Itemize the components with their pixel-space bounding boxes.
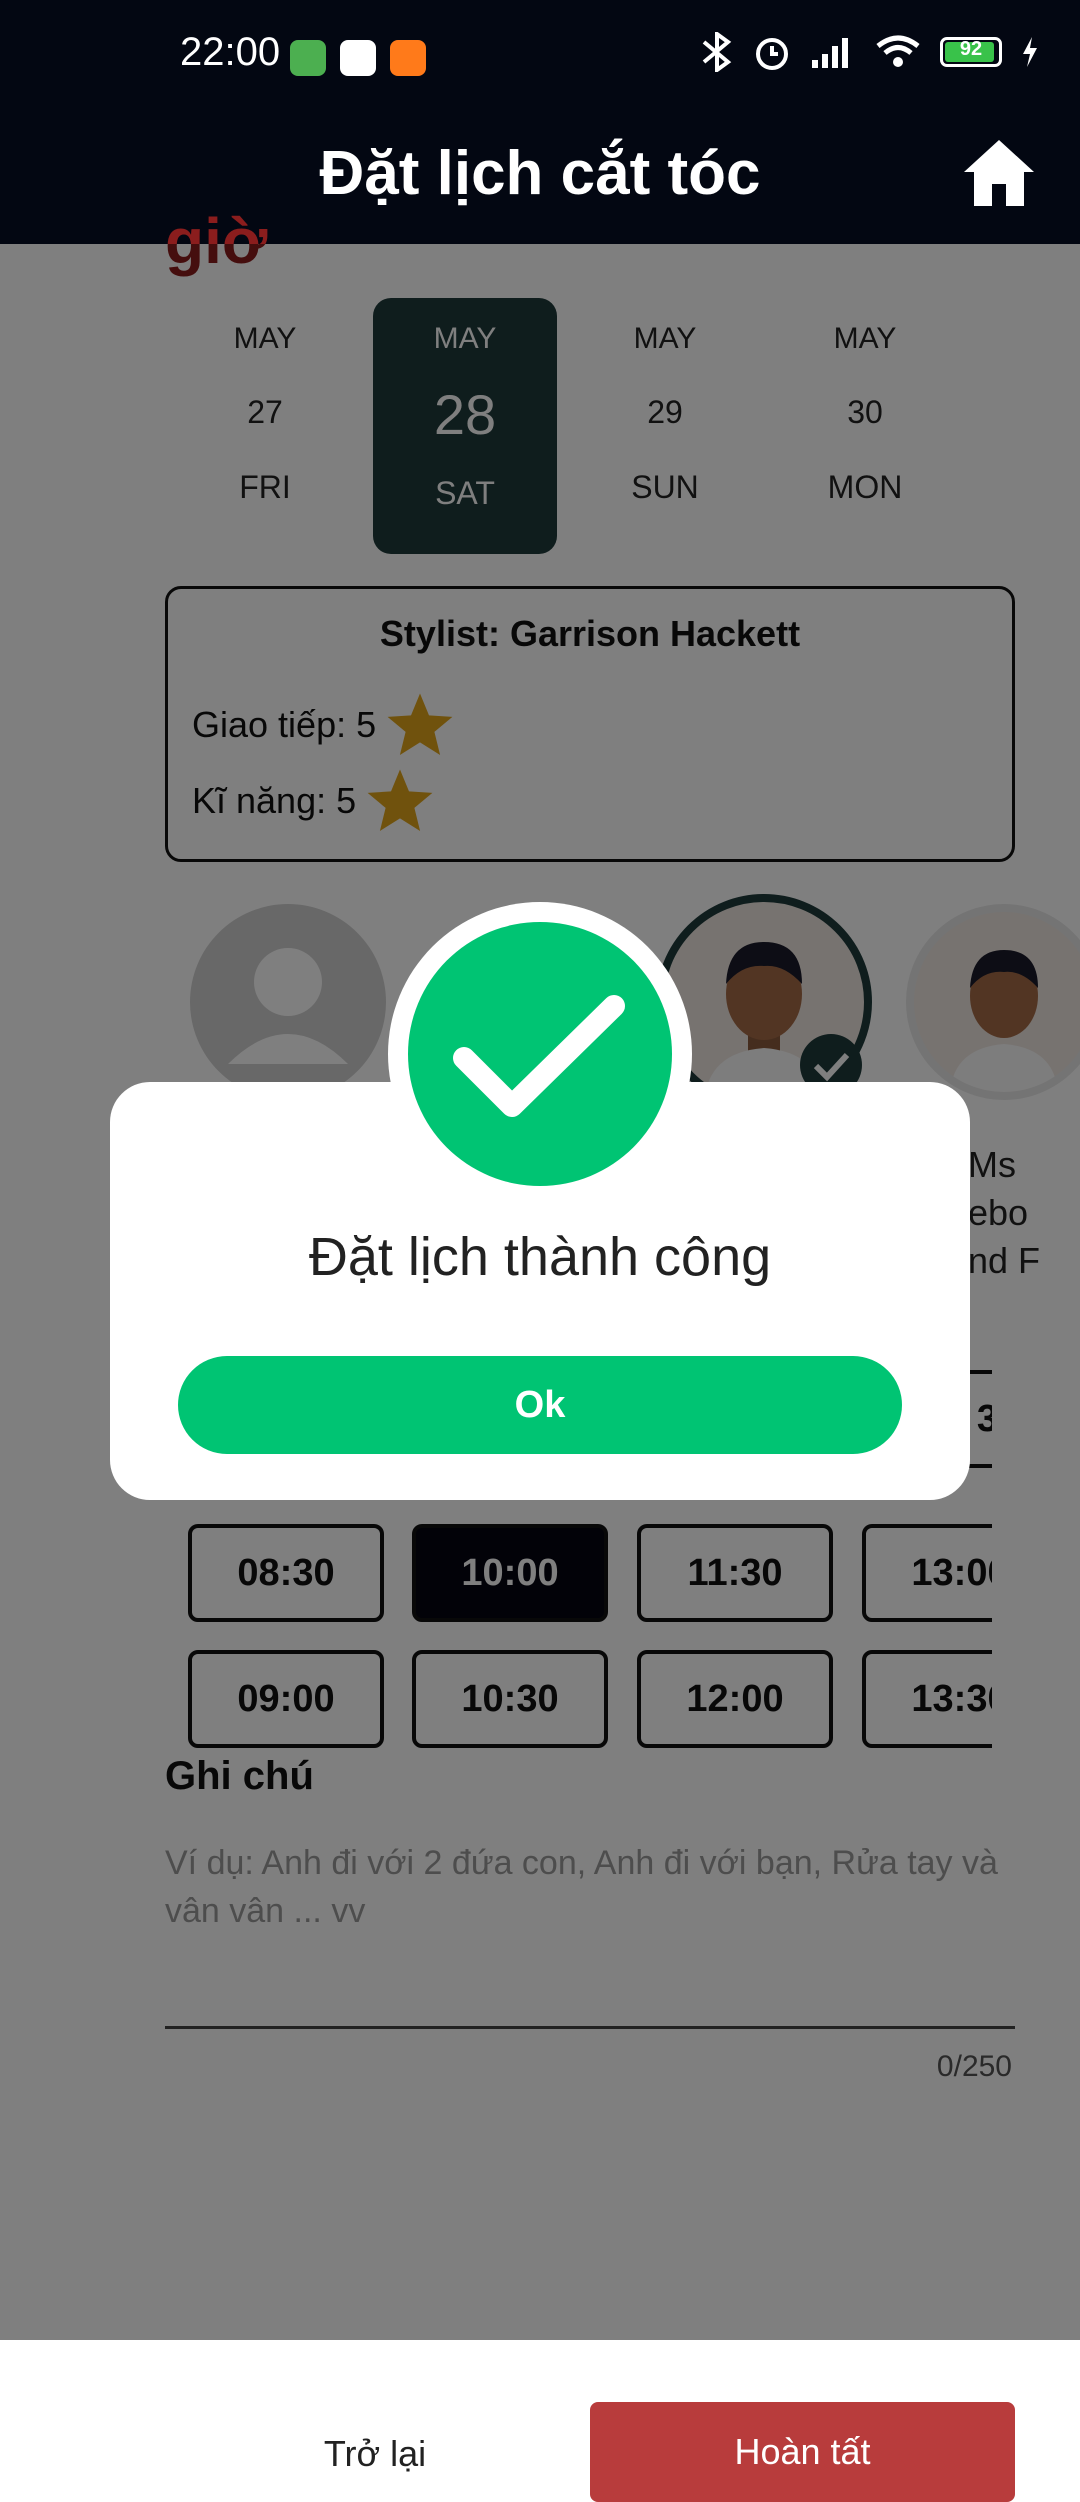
app-notification-icon xyxy=(290,40,326,76)
back-button[interactable]: Trở lại xyxy=(250,2406,500,2502)
status-time: 22:00 xyxy=(180,30,281,74)
wifi-icon xyxy=(876,35,920,67)
finish-button[interactable]: Hoàn tất xyxy=(590,2402,1015,2502)
checkmark-icon xyxy=(453,995,625,1117)
success-badge xyxy=(388,902,692,1206)
status-bar: 22:00 92 xyxy=(0,0,1080,118)
bluetooth-icon xyxy=(702,32,732,72)
shopping-app-icon xyxy=(390,40,426,76)
battery-icon: 92 xyxy=(940,37,1002,67)
page-title: Đặt lịch cắt tóc xyxy=(319,139,761,208)
app-header: Đặt lịch cắt tóc xyxy=(0,118,1080,244)
home-icon[interactable] xyxy=(960,134,1038,212)
charging-icon xyxy=(1023,37,1037,67)
success-message: Đặt lịch thành công xyxy=(308,1227,772,1287)
signal-icon xyxy=(812,38,848,68)
play-store-icon xyxy=(340,40,376,76)
alarm-icon xyxy=(756,38,788,70)
ok-button[interactable]: Ok xyxy=(178,1356,902,1454)
battery-level: 92 xyxy=(959,38,983,60)
